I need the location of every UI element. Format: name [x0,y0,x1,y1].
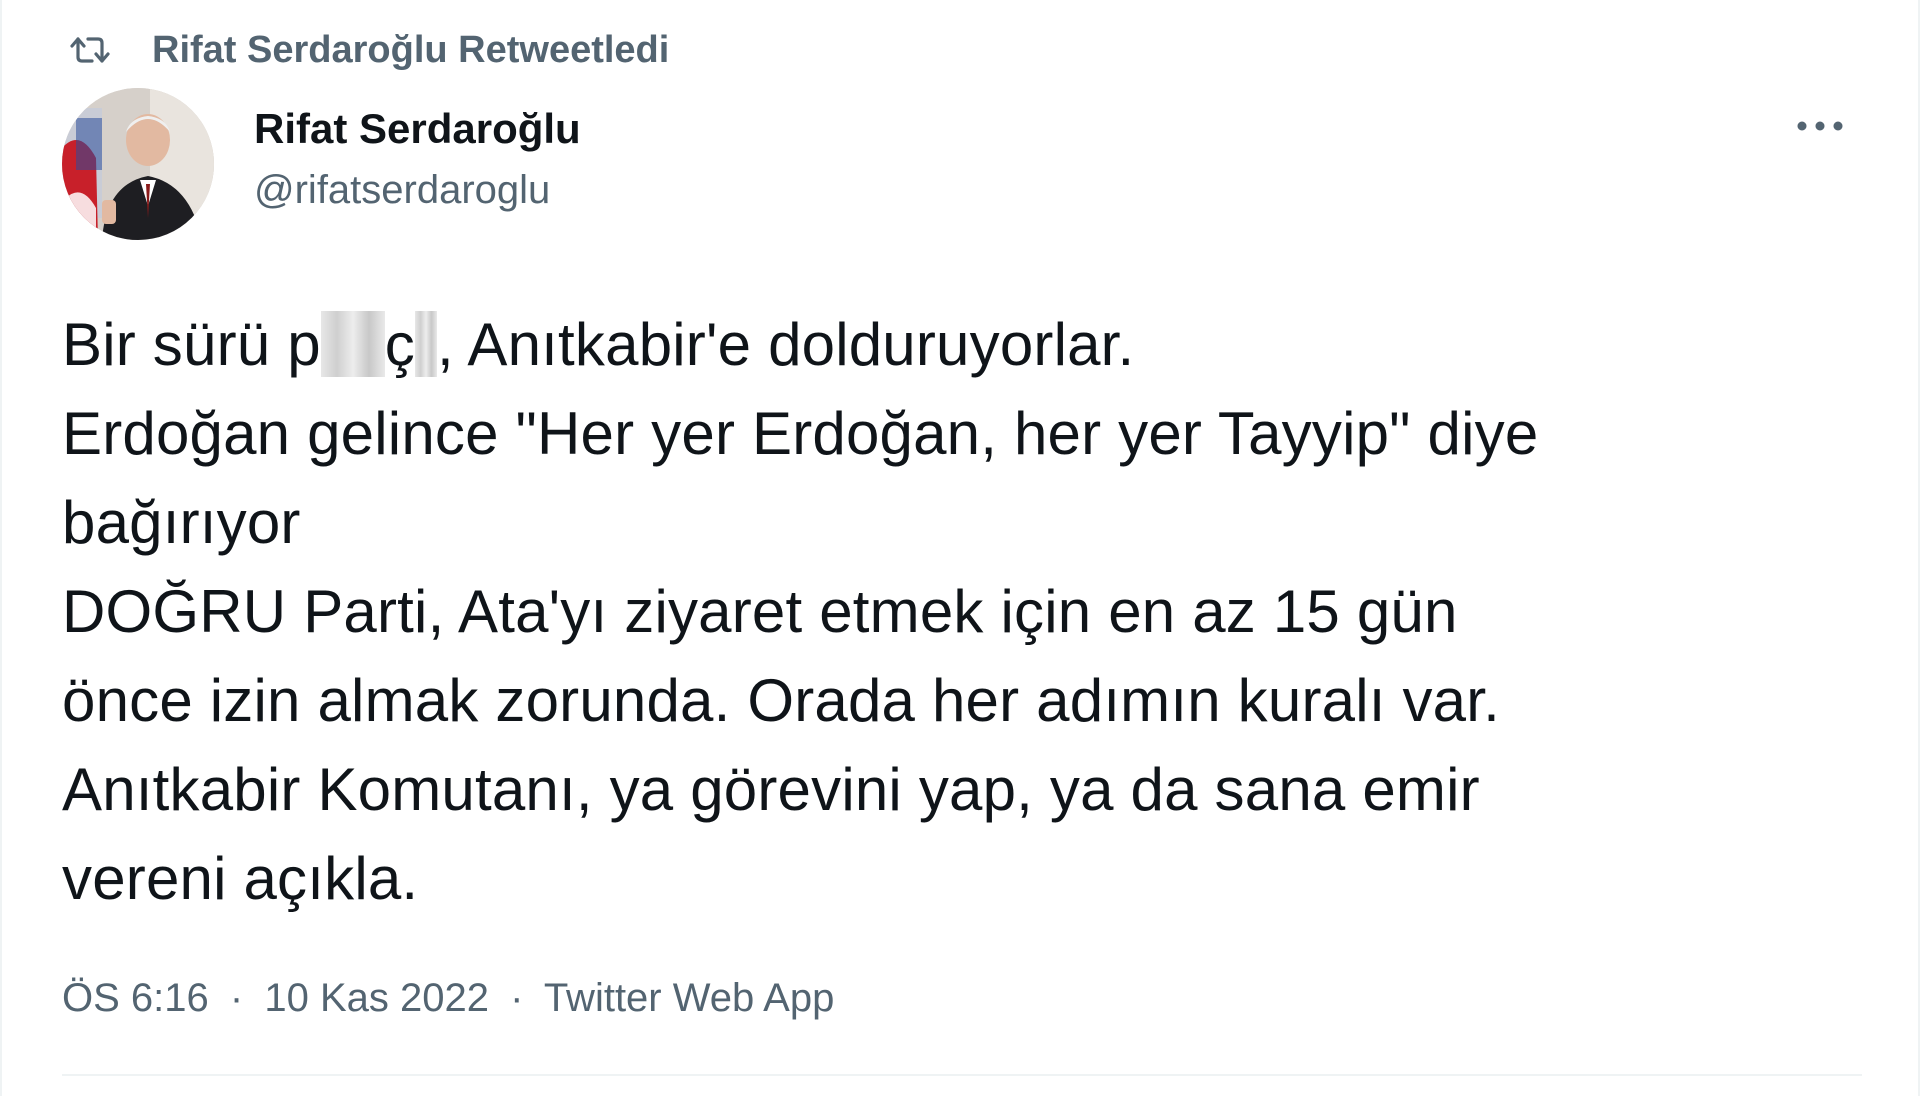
retweet-icon [64,30,116,70]
tweet-line: vereni açıkla. [62,845,419,912]
more-options-icon [1796,119,1844,137]
tweet-line: bağırıyor [62,489,301,556]
tweet-line: önce izin almak zorunda. Orada her adımı… [62,667,1500,734]
tweet-text-segment: ç [384,311,415,378]
censored-text [320,311,385,377]
tweet-time-link[interactable]: ÖS 6:16 [62,976,209,1020]
tweet-line: Anıtkabir Komutanı, ya görevini yap, ya … [62,756,1480,823]
tweet-line: Erdoğan gelince "Her yer Erdoğan, her ye… [62,400,1539,467]
tweet-text-segment: , Anıtkabir'e dolduruyorlar. [436,311,1135,378]
author-block[interactable]: Rifat Serdaroğlu @rifatserdaroglu [254,100,581,220]
divider [62,1074,1862,1076]
tweet-line: DOĞRU Parti, Ata'yı ziyaret etmek için e… [62,578,1458,645]
tweet-metadata: ÖS 6:16 · 10 Kas 2022 · Twitter Web App [62,968,834,1028]
avatar[interactable] [62,88,214,240]
display-name[interactable]: Rifat Serdaroğlu [254,100,581,158]
meta-separator: · [510,976,524,1020]
retweet-label[interactable]: Rifat Serdaroğlu Retweetledi [152,29,669,72]
meta-separator: · [229,976,244,1020]
tweet-date-link[interactable]: 10 Kas 2022 [264,976,489,1020]
tweet-text: Bir sürü pç, Anıtkabir'e dolduruyorlar. … [62,300,1882,923]
tweet-card: Rifat Serdaroğlu Retweetledi Rifat Serda… [0,0,1920,1096]
tweet-line: Bir sürü p ç , Anıtkabir'e dolduruyorlar. [62,300,1882,389]
user-handle[interactable]: @rifatserdaroglu [254,160,581,220]
retweet-context[interactable]: Rifat Serdaroğlu Retweetledi [64,22,669,78]
censored-text [414,311,437,377]
tweet-text-segment: Bir sürü p [62,311,321,378]
tweet-source-link[interactable]: Twitter Web App [544,976,835,1020]
more-options-button[interactable] [1784,104,1856,152]
